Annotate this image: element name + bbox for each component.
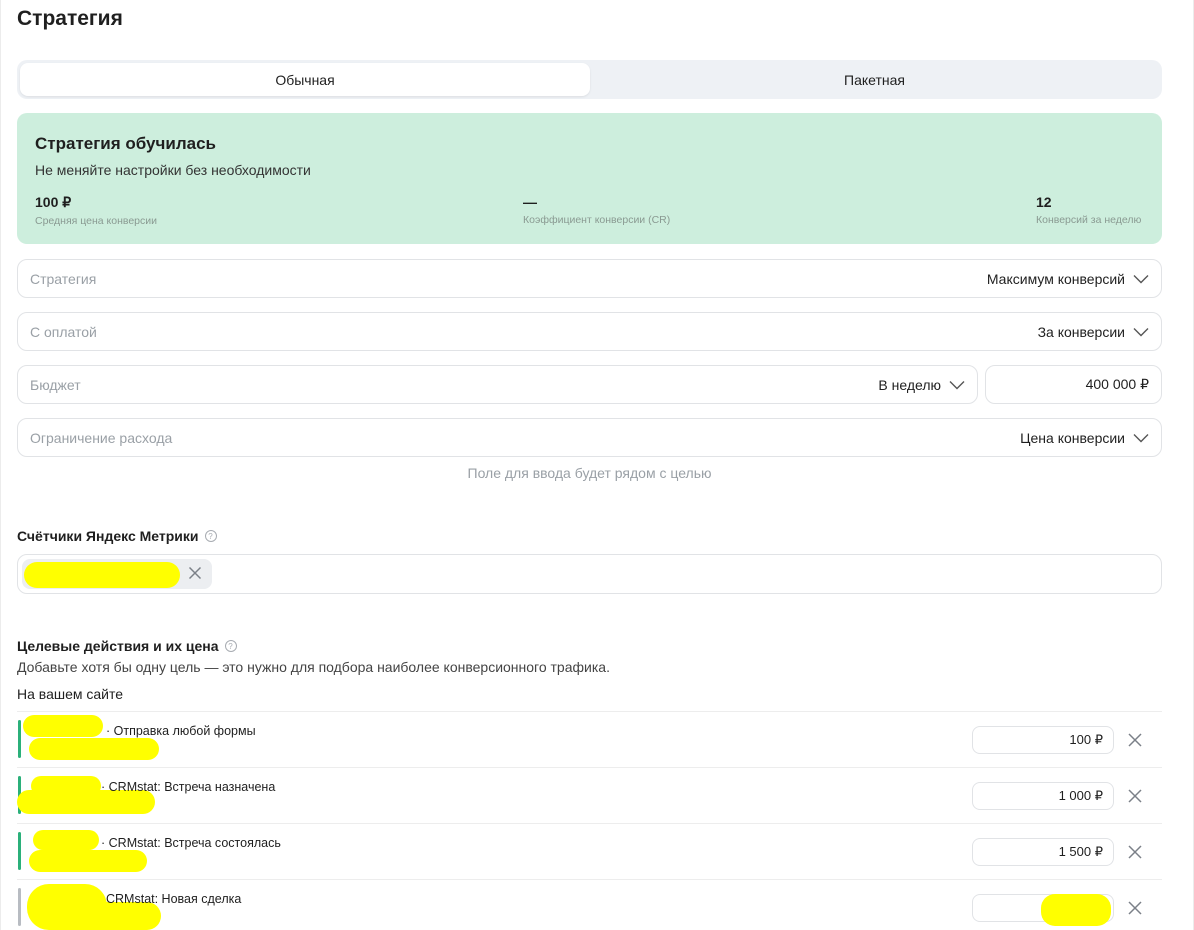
redacted-goal-details xyxy=(57,902,161,930)
help-icon[interactable]: ? xyxy=(224,640,237,652)
goal-name: · CRMstat: Встреча состоялась xyxy=(101,836,281,850)
budget-amount-input[interactable]: 400 000 ₽ xyxy=(985,365,1162,404)
chevron-down-icon xyxy=(1133,274,1149,283)
spend-limit-label: Ограничение расхода xyxy=(30,429,173,446)
goals-list: · Отправка любой формы 100 ₽ · CRMstat: … xyxy=(17,711,1162,930)
spend-limit-hint: Поле для ввода будет рядом с целью xyxy=(467,465,712,481)
strategy-mode-tabs: Обычная Пакетная xyxy=(17,60,1162,99)
status-subtitle: Не меняйте настройки без необходимости xyxy=(35,162,311,178)
redacted-goal-price xyxy=(1041,894,1111,926)
status-title: Стратегия обучилась xyxy=(35,134,216,153)
goal-row: CRMstat: Новая сделка xyxy=(17,880,1162,930)
budget-period-select[interactable]: Бюджет В неделю xyxy=(17,365,978,404)
strategy-value: Максимум конверсий xyxy=(986,270,1125,287)
goal-name: · Отправка любой формы xyxy=(106,724,256,738)
counters-heading: Счётчики Яндекс Метрики ? xyxy=(17,528,217,544)
metric-label: Средняя цена конверсии xyxy=(35,215,158,227)
chevron-down-icon xyxy=(949,380,965,389)
strategy-label: Стратегия xyxy=(30,270,97,287)
goal-price-input[interactable]: 100 ₽ xyxy=(972,726,1114,754)
goal-price-input[interactable]: 1 000 ₽ xyxy=(972,782,1114,810)
metric-label: Коэффициент конверсии (CR) xyxy=(523,214,671,226)
redacted-goal-prefix xyxy=(33,830,99,850)
page-title: Стратегия xyxy=(17,7,123,30)
strategy-select[interactable]: Стратегия Максимум конверсий xyxy=(17,259,1162,298)
metric-value: 100 ₽ xyxy=(35,194,72,210)
redacted-goal-details xyxy=(29,738,159,760)
goals-heading: Целевые действия и их цена ? xyxy=(17,638,237,654)
goal-status-bar xyxy=(18,888,21,926)
payment-label: С оплатой xyxy=(30,323,97,340)
chevron-down-icon xyxy=(1133,433,1149,442)
goal-row: · CRMstat: Встреча состоялась 1 500 ₽ xyxy=(17,824,1162,880)
strategy-page: Стратегия Обычная Пакетная Стратегия обу… xyxy=(0,0,1194,930)
counter-chip xyxy=(22,559,212,589)
goal-row: · Отправка любой формы 100 ₽ xyxy=(17,712,1162,768)
strategy-status-panel: Стратегия обучилась Не меняйте настройки… xyxy=(17,113,1162,244)
goals-heading-text: Целевые действия и их цена xyxy=(17,638,219,654)
payment-select[interactable]: С оплатой За конверсии xyxy=(17,312,1162,351)
goal-status-bar xyxy=(18,720,21,758)
goal-status-bar xyxy=(18,832,21,870)
payment-value: За конверсии xyxy=(1037,323,1125,340)
redacted-counter-id xyxy=(24,562,180,588)
metric-value: 12 xyxy=(1036,194,1052,210)
metric-avg-conversion-price: 100 ₽ Средняя цена конверсии xyxy=(35,194,157,227)
goal-name: CRMstat: Новая сделка xyxy=(106,892,242,906)
remove-goal-icon[interactable] xyxy=(1127,900,1143,916)
counters-heading-text: Счётчики Яндекс Метрики xyxy=(17,528,199,544)
metric-weekly-conversions: 12 Конверсий за неделю xyxy=(1036,194,1141,226)
tab-regular[interactable]: Обычная xyxy=(20,63,590,96)
budget-amount-value: 400 000 ₽ xyxy=(1085,376,1149,392)
budget-period-value: В неделю xyxy=(878,376,941,393)
remove-goal-icon[interactable] xyxy=(1127,844,1143,860)
redacted-goal-details xyxy=(29,850,147,872)
goal-name: · CRMstat: Встреча назначена xyxy=(101,780,276,794)
redacted-goal-prefix xyxy=(23,715,103,737)
chevron-down-icon xyxy=(1133,327,1149,336)
goal-price-input[interactable]: 1 500 ₽ xyxy=(972,838,1114,866)
spend-limit-select[interactable]: Ограничение расхода Цена конверсии xyxy=(17,418,1162,457)
metrika-counters-input[interactable] xyxy=(17,554,1162,594)
goals-description: Добавьте хотя бы одну цель — это нужно д… xyxy=(17,659,610,675)
metric-value: — xyxy=(523,194,537,210)
goal-row: · CRMstat: Встреча назначена 1 000 ₽ xyxy=(17,768,1162,824)
metric-label: Конверсий за неделю xyxy=(1036,214,1142,226)
remove-counter-icon[interactable] xyxy=(188,566,202,580)
help-icon[interactable]: ? xyxy=(204,530,217,542)
on-site-subheading: На вашем сайте xyxy=(17,686,124,702)
remove-goal-icon[interactable] xyxy=(1127,732,1143,748)
tab-batch[interactable]: Пакетная xyxy=(590,63,1159,96)
budget-label: Бюджет xyxy=(30,376,81,393)
remove-goal-icon[interactable] xyxy=(1127,788,1143,804)
spend-limit-value: Цена конверсии xyxy=(1020,429,1125,446)
metric-conversion-rate: — Коэффициент конверсии (CR) xyxy=(523,194,670,226)
